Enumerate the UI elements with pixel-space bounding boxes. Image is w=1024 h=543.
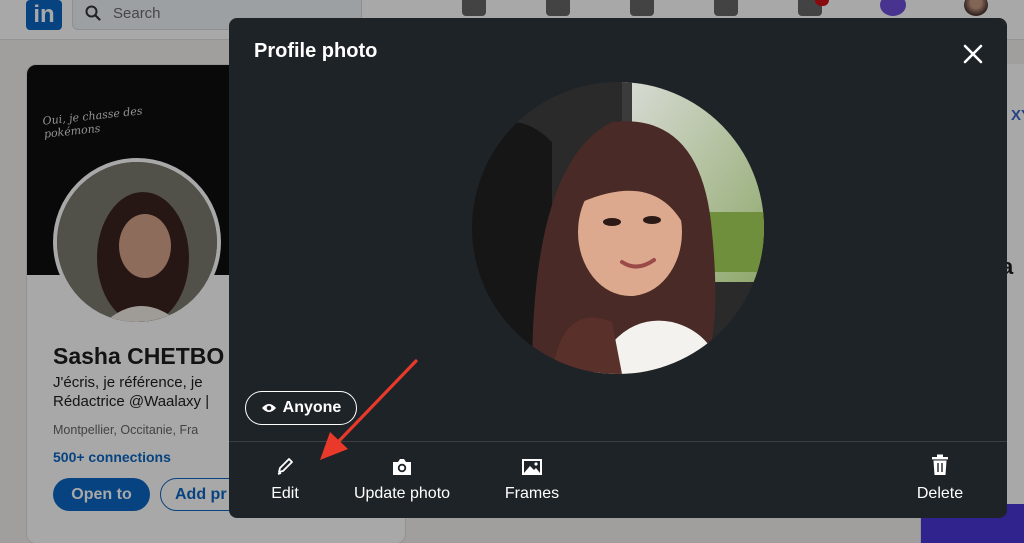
- edit-button[interactable]: Edit: [257, 454, 313, 503]
- eye-icon: [261, 404, 276, 412]
- dialog-divider: [229, 441, 1007, 442]
- edit-label: Edit: [271, 485, 299, 502]
- frames-label: Frames: [504, 485, 560, 502]
- trash-icon: [932, 454, 948, 475]
- visibility-button[interactable]: Anyone: [245, 391, 357, 425]
- dialog-title: Profile photo: [254, 40, 378, 62]
- camera-icon: [393, 459, 411, 475]
- update-photo-label: Update photo: [353, 485, 451, 502]
- close-icon: [963, 44, 983, 64]
- profile-photo-preview: [472, 82, 764, 374]
- profile-photo-dialog: Profile photo Anyone Edit Update photo F…: [229, 18, 1007, 518]
- image-frame-icon: [522, 459, 542, 475]
- visibility-label: Anyone: [282, 399, 342, 416]
- update-photo-button[interactable]: Update photo: [345, 454, 459, 503]
- delete-button[interactable]: Delete: [910, 454, 970, 503]
- frames-button[interactable]: Frames: [497, 454, 567, 503]
- delete-label: Delete: [916, 485, 964, 502]
- pencil-icon: [277, 458, 293, 475]
- close-button[interactable]: [959, 40, 987, 68]
